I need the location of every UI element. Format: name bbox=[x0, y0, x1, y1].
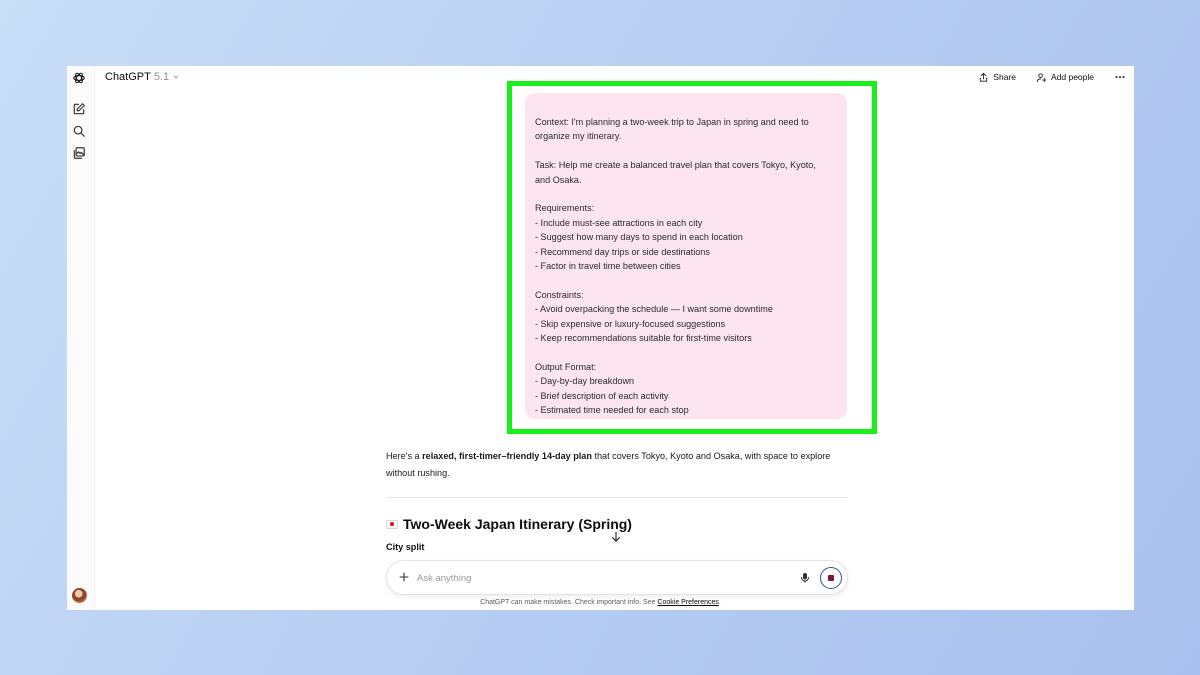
microphone-icon[interactable] bbox=[799, 571, 811, 585]
header-actions: Share Add people bbox=[978, 71, 1126, 83]
images-icon[interactable] bbox=[72, 146, 86, 160]
ask-input[interactable] bbox=[417, 569, 777, 587]
divider bbox=[386, 497, 848, 498]
highlight-box bbox=[507, 81, 877, 434]
add-people-label: Add people bbox=[1050, 72, 1094, 82]
cookie-preferences-link[interactable]: Cookie Preferences bbox=[657, 599, 718, 606]
itinerary-heading: Two-Week Japan Itinerary (Spring) bbox=[386, 516, 632, 532]
plus-icon[interactable] bbox=[398, 571, 410, 583]
model-selector[interactable]: ChatGPT 5.1 bbox=[105, 71, 180, 83]
composer bbox=[386, 560, 848, 595]
itinerary-heading-text: Two-Week Japan Itinerary (Spring) bbox=[403, 516, 632, 532]
share-label: Share bbox=[993, 72, 1016, 82]
disclaimer: ChatGPT can make mistakes. Check importa… bbox=[67, 599, 1134, 606]
stop-button[interactable] bbox=[820, 567, 842, 589]
ellipsis-icon[interactable] bbox=[1114, 71, 1126, 83]
city-split-heading: City split bbox=[386, 542, 425, 552]
model-version: 5.1 bbox=[153, 71, 170, 83]
chevron-down-icon bbox=[173, 75, 179, 79]
arrow-down-icon[interactable] bbox=[609, 530, 623, 544]
japan-flag-icon bbox=[386, 519, 398, 529]
reply-intro-prefix: Here's a bbox=[386, 451, 423, 461]
add-people-button[interactable]: Add people bbox=[1036, 72, 1094, 83]
openai-logo-icon[interactable] bbox=[72, 71, 86, 85]
disclaimer-suffix: . bbox=[718, 599, 721, 606]
pencil-square-icon[interactable] bbox=[72, 102, 86, 116]
reply-intro: Here's a relaxed, first-timer–friendly 1… bbox=[386, 448, 848, 481]
assistant-reply: Here's a relaxed, first-timer–friendly 1… bbox=[386, 448, 848, 481]
reply-intro-bold: relaxed, first-timer–friendly 14-day pla… bbox=[422, 451, 592, 461]
share-upload-icon bbox=[980, 72, 988, 82]
search-icon[interactable] bbox=[72, 124, 86, 138]
person-plus-icon bbox=[1036, 72, 1047, 82]
app-window: ChatGPT 5.1 Share Add people Context: I'… bbox=[67, 66, 1134, 610]
share-button[interactable]: Share bbox=[978, 72, 1016, 83]
app-name: ChatGPT bbox=[105, 71, 151, 83]
disclaimer-text: ChatGPT can make mistakes. Check importa… bbox=[480, 599, 658, 606]
sidebar bbox=[67, 66, 95, 610]
